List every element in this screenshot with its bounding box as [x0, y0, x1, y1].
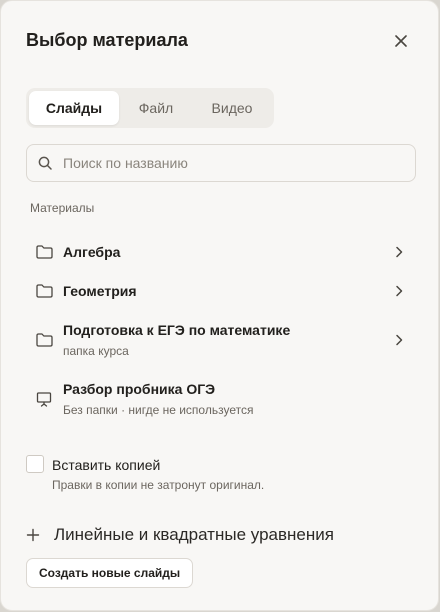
item-name: Геометрия — [63, 283, 137, 299]
search-field — [26, 144, 416, 182]
dialog-title: Выбор материала — [26, 30, 188, 50]
presentation-icon — [35, 390, 53, 408]
copy-checkbox[interactable] — [26, 455, 44, 473]
folder-icon — [35, 243, 53, 261]
chevron-right-icon — [392, 284, 406, 298]
new-item-title: Линейные и квадратные уравнения — [54, 525, 334, 544]
folder-icon — [35, 282, 53, 300]
search-icon — [38, 156, 52, 170]
material-picker-dialog: Выбор материала Слайды Файл Видео Матери… — [0, 0, 439, 611]
item-name: Подготовка к ЕГЭ по математике — [63, 322, 291, 338]
list-item-folder[interactable]: Подготовка к ЕГЭ по математике папка кур… — [26, 321, 416, 359]
search-input[interactable] — [61, 154, 415, 172]
chevron-right-icon — [392, 333, 406, 347]
folder-icon — [35, 331, 53, 349]
item-name: Разбор пробника ОГЭ — [63, 381, 216, 397]
copy-checkbox-label[interactable]: Вставить копией — [52, 457, 160, 473]
add-new-item-row[interactable]: Линейные и квадратные уравнения — [26, 525, 334, 545]
tab-slides[interactable]: Слайды — [29, 91, 119, 125]
tab-video[interactable]: Видео — [193, 91, 271, 125]
list-item-slides[interactable]: Разбор пробника ОГЭ Без папки · нигде не… — [26, 380, 416, 418]
source-tabs: Слайды Файл Видео — [26, 88, 274, 128]
item-subtitle: Без папки · нигде не используется — [63, 403, 254, 417]
close-icon — [395, 35, 407, 47]
tab-file[interactable]: Файл — [119, 91, 193, 125]
item-subtitle: папка курса — [63, 344, 129, 358]
plus-icon — [26, 528, 40, 542]
copy-checkbox-hint: Правки в копии не затронут оригинал. — [52, 478, 265, 492]
chevron-right-icon — [392, 245, 406, 259]
list-item-folder[interactable]: Геометрия — [26, 279, 416, 303]
section-label: Материалы — [30, 201, 95, 215]
item-name: Алгебра — [63, 244, 121, 260]
create-slides-button[interactable]: Создать новые слайды — [26, 558, 194, 588]
list-item-folder[interactable]: Алгебра — [26, 240, 416, 264]
close-button[interactable] — [390, 30, 412, 52]
